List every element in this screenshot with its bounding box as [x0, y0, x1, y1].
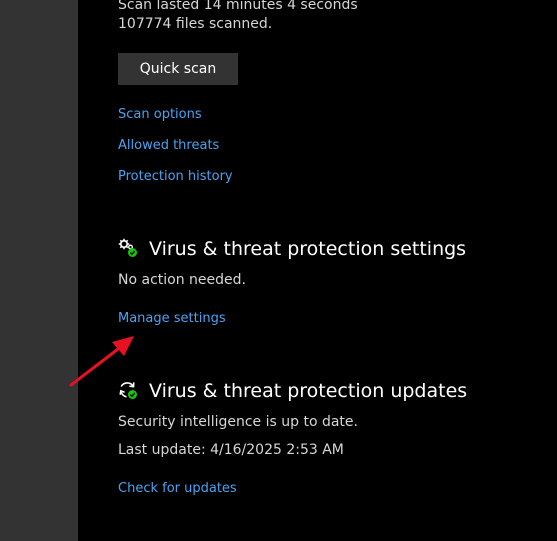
left-nav-panel	[0, 0, 78, 541]
gears-check-icon	[118, 238, 137, 257]
updates-section-title: Virus & threat protection updates	[149, 380, 468, 402]
manage-settings-link[interactable]: Manage settings	[118, 310, 226, 328]
settings-status-text: No action needed.	[118, 272, 246, 288]
scan-duration-text: Scan lasted 14 minutes 4 seconds	[118, 0, 358, 13]
allowed-threats-link[interactable]: Allowed threats	[118, 137, 219, 155]
last-update-text: Last update: 4/16/2025 2:53 AM	[118, 442, 344, 458]
refresh-check-icon	[119, 382, 137, 399]
protection-history-link[interactable]: Protection history	[118, 168, 233, 186]
files-scanned-text: 107774 files scanned.	[118, 16, 273, 32]
settings-section-title: Virus & threat protection settings	[149, 238, 467, 260]
quick-scan-button[interactable]: Quick scan	[118, 53, 238, 85]
check-for-updates-link[interactable]: Check for updates	[118, 480, 237, 498]
scan-options-link[interactable]: Scan options	[118, 106, 202, 124]
updates-status-text: Security intelligence is up to date.	[118, 414, 358, 430]
